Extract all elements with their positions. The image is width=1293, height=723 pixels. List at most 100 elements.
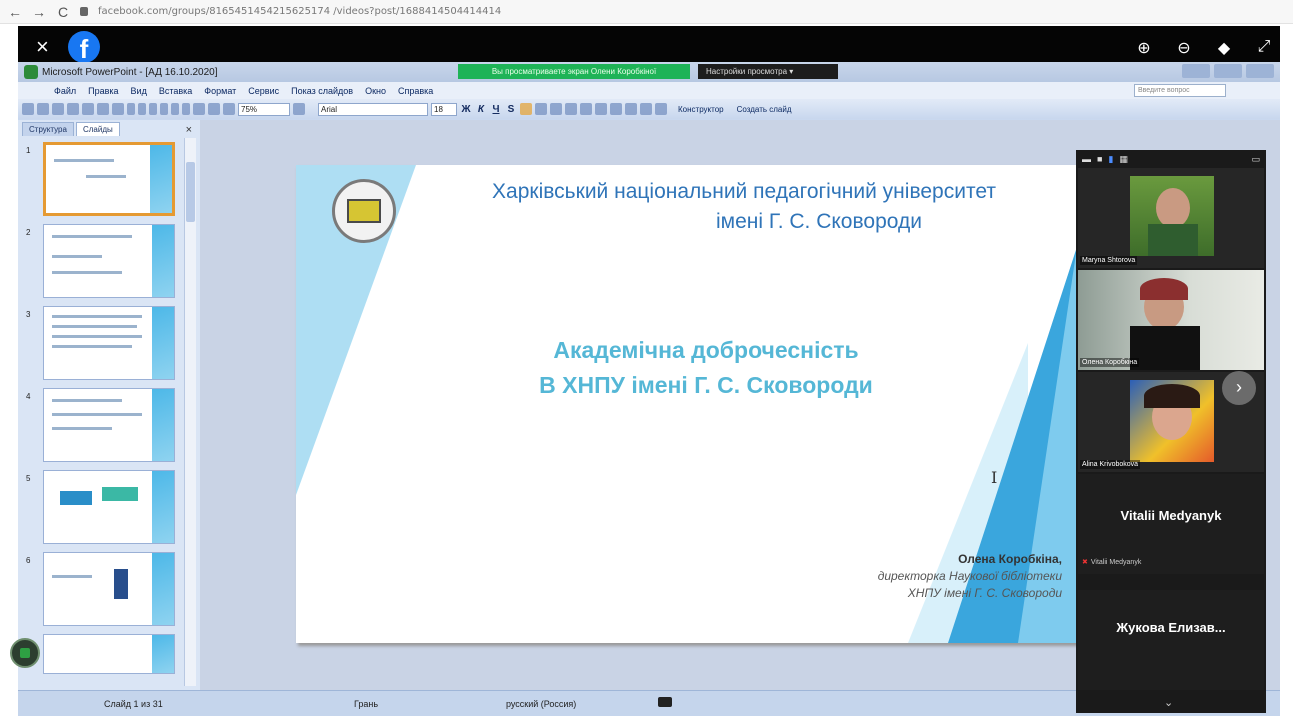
new-slide-button[interactable]: Создать слайд — [737, 105, 792, 114]
gallery-view-icon[interactable]: ▦ — [1119, 154, 1128, 165]
zoom-out-icon[interactable]: ⊖ — [1174, 38, 1194, 58]
menu-format[interactable]: Формат — [198, 86, 242, 96]
window-title: Microsoft PowerPoint - [АД 16.10.2020] — [42, 66, 218, 78]
indent-icon[interactable] — [625, 103, 637, 115]
table-icon[interactable] — [208, 103, 220, 115]
menu-window[interactable]: Окно — [359, 86, 392, 96]
address-bar[interactable]: facebook.com/groups/8165451454215625174 … — [98, 6, 798, 17]
close-button[interactable] — [1246, 64, 1274, 78]
slide-thumbnail[interactable]: 2 — [18, 224, 188, 302]
participant-tile[interactable]: Vitalii Medyanyk ✖ Vitalii Medyanyk — [1078, 474, 1264, 574]
expand-icon[interactable]: ▭ — [1251, 154, 1260, 165]
slide-thumbnail[interactable]: 3 — [18, 306, 188, 384]
preview-icon[interactable] — [97, 103, 109, 115]
bold-button[interactable]: Ж — [460, 104, 472, 115]
participant-name: Жукова Елизав... — [1116, 620, 1226, 635]
new-icon[interactable] — [22, 103, 34, 115]
slide-preview — [43, 634, 175, 674]
format-painter-icon[interactable] — [160, 103, 168, 115]
participant-name: Олена Коробкіна — [1080, 358, 1140, 367]
viewer-tools: ⊕ ⊖ ◆ ⤢ — [1134, 38, 1274, 58]
help-icon[interactable] — [293, 103, 305, 115]
menu-insert[interactable]: Вставка — [153, 86, 198, 96]
tag-icon[interactable]: ◆ — [1214, 38, 1234, 58]
save-icon[interactable] — [52, 103, 64, 115]
zoom-in-icon[interactable]: ⊕ — [1134, 38, 1154, 58]
subtitle-line: В ХНПУ імені Г. С. Сковороди — [539, 372, 873, 398]
outdent-icon[interactable] — [640, 103, 652, 115]
speaker-view-icon[interactable]: ▮ — [1108, 154, 1113, 165]
slide-number: 4 — [26, 392, 31, 401]
slide-thumbnail[interactable]: 4 — [18, 388, 188, 466]
slides-pane: Структура Слайды × 1 2 3 4 5 6 — [18, 120, 200, 690]
font-color-icon[interactable] — [655, 103, 667, 115]
undo-icon[interactable] — [171, 103, 179, 115]
shadow-button[interactable]: S — [505, 104, 517, 115]
facebook-logo-icon[interactable]: f — [68, 31, 100, 63]
tab-outline[interactable]: Структура — [22, 122, 74, 136]
menu-file[interactable]: Файл — [48, 86, 82, 96]
tab-slides[interactable]: Слайды — [75, 122, 120, 136]
slide-thumbnail[interactable]: 1 — [18, 142, 188, 220]
pane-scrollbar[interactable] — [184, 138, 196, 686]
back-icon[interactable]: ← — [8, 4, 22, 20]
font-grow-icon[interactable] — [595, 103, 607, 115]
menu-slideshow[interactable]: Показ слайдов — [285, 86, 359, 96]
participants-panel: ▬ ■ ▮ ▦ ▭ Maryna Shtorova Олена Коробкін… — [1076, 150, 1266, 713]
italic-button[interactable]: К — [475, 104, 487, 115]
menu-help[interactable]: Справка — [392, 86, 439, 96]
participant-name: Maryna Shtorova — [1080, 256, 1138, 265]
start-button-icon[interactable] — [10, 638, 40, 668]
font-size-select[interactable]: 18 — [431, 102, 457, 116]
menu-edit[interactable]: Правка — [82, 86, 124, 96]
zoom-select[interactable]: 75% — [238, 102, 290, 116]
font-select[interactable]: Arial — [318, 102, 428, 116]
help-search-input[interactable]: Введите вопрос — [1134, 84, 1226, 97]
bullets-icon[interactable] — [580, 103, 592, 115]
next-arrow-icon[interactable]: › — [1222, 371, 1256, 405]
underline-button[interactable]: Ч — [490, 104, 502, 115]
chart-icon[interactable] — [193, 103, 205, 115]
fullscreen-icon[interactable]: ⤢ — [1254, 38, 1274, 58]
close-icon[interactable]: × — [36, 36, 49, 58]
author-role: директорка Наукової бібліотеки — [877, 569, 1062, 583]
powerpoint-icon — [24, 65, 38, 79]
align-left-icon[interactable] — [520, 103, 532, 115]
open-icon[interactable] — [37, 103, 49, 115]
spelling-icon[interactable] — [112, 103, 124, 115]
window-controls — [1182, 64, 1274, 78]
view-settings-button[interactable]: Настройки просмотра ▾ — [698, 64, 838, 79]
menu-tools[interactable]: Сервис — [242, 86, 285, 96]
slide-preview — [43, 224, 175, 298]
close-icon[interactable]: × — [186, 124, 192, 136]
stop-video-icon[interactable]: ■ — [1097, 154, 1102, 164]
slide-canvas[interactable]: Харківський національний педагогічний ун… — [296, 165, 1088, 643]
slide-number: 3 — [26, 310, 31, 319]
participant-tile[interactable]: Олена Коробкіна — [1078, 270, 1264, 370]
align-center-icon[interactable] — [535, 103, 547, 115]
slide-thumbnail[interactable]: 5 — [18, 470, 188, 548]
mic-muted-icon: ✖ — [1082, 559, 1088, 566]
copy-icon[interactable] — [138, 103, 146, 115]
numbering-icon[interactable] — [565, 103, 577, 115]
menu-view[interactable]: Вид — [125, 86, 153, 96]
slide-thumbnail[interactable]: 6 — [18, 552, 188, 630]
forward-icon[interactable]: → — [32, 4, 46, 20]
restore-button[interactable] — [1214, 64, 1242, 78]
reload-icon[interactable]: C — [56, 4, 70, 20]
minimize-icon[interactable]: ▬ — [1082, 154, 1091, 164]
participant-tile[interactable]: Maryna Shtorova — [1078, 168, 1264, 268]
font-shrink-icon[interactable] — [610, 103, 622, 115]
participant-tile[interactable]: Жукова Елизав... — [1078, 590, 1264, 690]
cut-icon[interactable] — [127, 103, 135, 115]
chevron-down-icon[interactable]: ⌄ — [1164, 696, 1173, 709]
permission-icon[interactable] — [67, 103, 79, 115]
lock-icon — [80, 7, 88, 16]
paste-icon[interactable] — [149, 103, 157, 115]
print-icon[interactable] — [82, 103, 94, 115]
redo-icon[interactable] — [182, 103, 190, 115]
minimize-button[interactable] — [1182, 64, 1210, 78]
grid-icon[interactable] — [223, 103, 235, 115]
design-button[interactable]: Конструктор — [678, 105, 724, 114]
align-right-icon[interactable] — [550, 103, 562, 115]
